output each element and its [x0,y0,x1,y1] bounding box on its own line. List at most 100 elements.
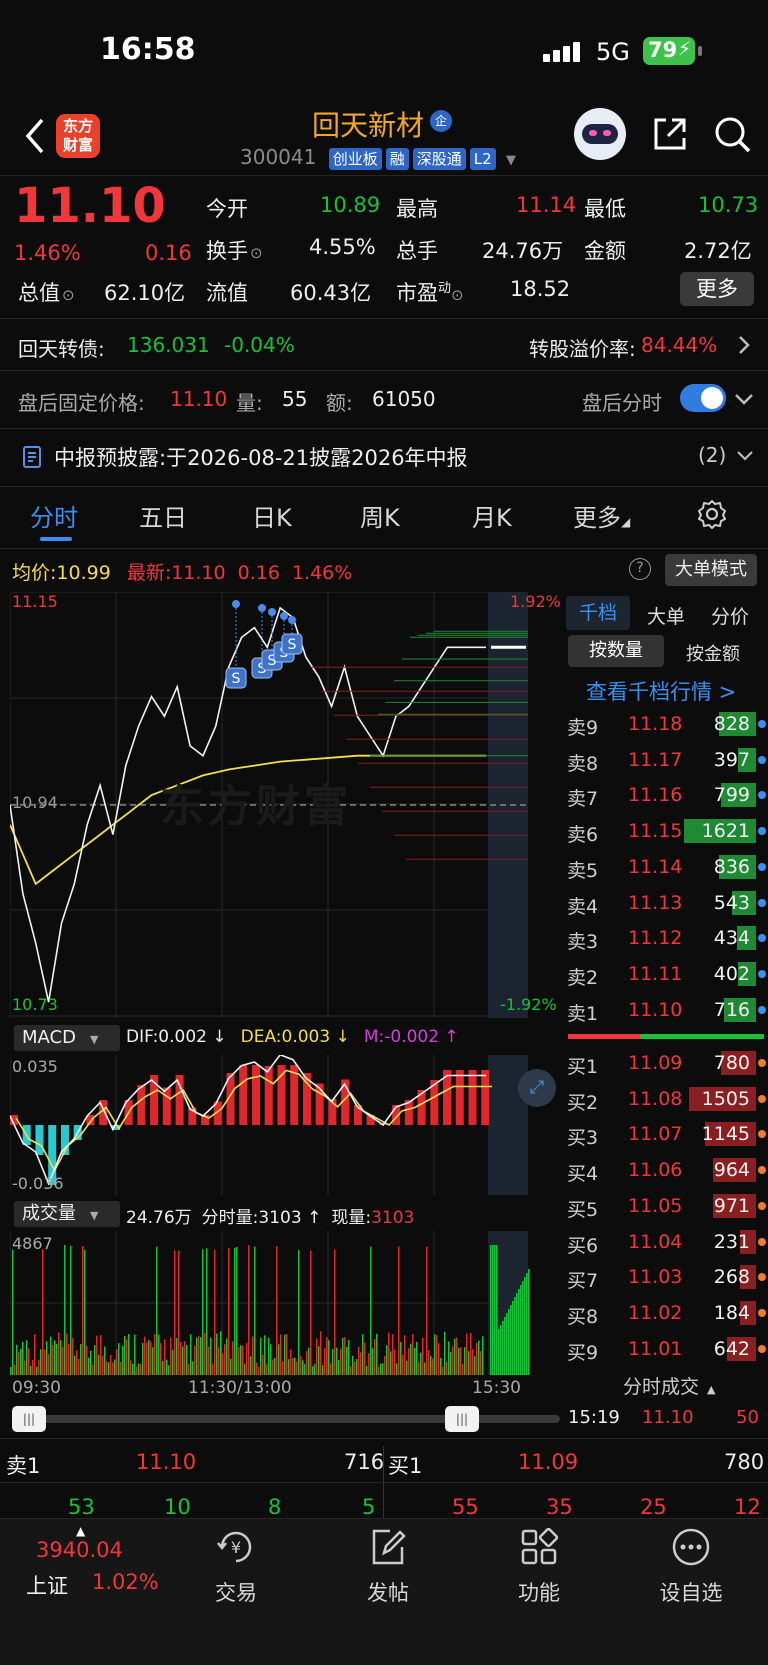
orderbook-tab-price-dist[interactable]: 分价 [711,602,749,629]
nav-add-watchlist[interactable]: 设自选 [641,1525,741,1607]
volume-bar [12,1249,14,1375]
bid-level-row[interactable]: 买2 11.08 1505 [560,1082,768,1116]
bid-level-row[interactable]: 买3 11.07 1145 [560,1117,768,1151]
volume-bar [112,1362,114,1375]
level-volume: 543 [713,891,750,914]
robot-avatar[interactable] [574,108,626,160]
index-ticker[interactable]: ▲ 3940.04 上证 1.02% [22,1524,172,1624]
tab-five-day[interactable]: 五日 [139,498,187,533]
chevron-right-icon[interactable] [738,335,750,355]
nav-trade[interactable]: ¥ 交易 [186,1525,286,1607]
ask-level-row[interactable]: 卖7 11.16 799 [560,778,768,812]
level-volume: 836 [713,855,750,878]
volume-bar [216,1333,218,1375]
orderbook-tab-big-orders[interactable]: 大单 [647,602,685,629]
volume-bar [194,1345,196,1375]
orderbook-tab-qiandang[interactable]: 千档 [566,596,630,630]
macd-chart[interactable] [10,1055,562,1195]
back-icon[interactable] [24,118,46,154]
volume-bar [170,1337,172,1375]
volume-bar [182,1346,184,1375]
label-float: 流值 [206,281,248,305]
ask-level-row[interactable]: 卖3 11.12 434 [560,921,768,955]
bid-level-row[interactable]: 买7 11.03 268 [560,1260,768,1294]
more-button[interactable]: 更多 [680,272,754,306]
share-icon[interactable] [652,116,688,152]
volume-bar [360,1352,362,1375]
ask-level-row[interactable]: 卖9 11.18 828 [560,707,768,741]
bid-level-row[interactable]: 买8 11.02 184 [560,1296,768,1330]
level-label: 卖2 [567,966,599,989]
view-full-depth-link[interactable]: 查看千档行情 > [586,676,736,706]
bid-level-row[interactable]: 买1 11.09 780 [560,1046,768,1080]
ask-level-row[interactable]: 卖4 11.13 543 [560,886,768,920]
tab-intraday[interactable]: 分时 [30,498,78,533]
bid-level-row[interactable]: 买4 11.06 964 [560,1153,768,1187]
volume-bar [92,1364,94,1375]
settings-gear-icon[interactable] [697,499,727,529]
x-label-midday: 11:30/13:00 [188,1378,292,1398]
notice-count[interactable]: (2) [698,443,726,467]
bid-level-row[interactable]: 买5 11.05 971 [560,1189,768,1223]
volume-bar [260,1337,262,1375]
level-label: 卖1 [567,1002,599,1025]
big-order-mode-button[interactable]: 大单模式 [665,554,757,586]
chevron-down-icon[interactable] [734,392,754,406]
range-handle-right[interactable]: ||| [445,1406,479,1432]
range-handle-left[interactable]: ||| [12,1406,46,1432]
volume-bar [160,1343,162,1375]
tab-daily-k[interactable]: 日K [252,498,292,533]
afterhours-toggle[interactable] [680,384,726,412]
volume-bar [456,1337,458,1375]
afterhours-volume-bar [494,1245,496,1375]
sort-by-amount[interactable]: 按金额 [686,640,740,666]
info-icon: ⊙ [250,244,263,262]
network-type: 5G [596,38,630,66]
afterhours-volume-bar [512,1301,514,1375]
ask-level-row[interactable]: 卖2 11.11 402 [560,957,768,991]
bid-level-row[interactable]: 买6 11.04 231 [560,1225,768,1259]
volume-bar [284,1334,286,1375]
info-icon: ⊙ [62,286,75,304]
volume-bar [124,1335,126,1375]
sort-by-quantity[interactable]: 按数量 [568,635,664,667]
level-label: 卖8 [567,752,599,775]
volume-bar [58,1332,60,1375]
tick-price: 11.10 [642,1407,694,1428]
nav-functions[interactable]: 功能 [489,1525,589,1607]
volume-bar [36,1366,38,1375]
nav-post[interactable]: 发帖 [338,1525,438,1607]
volume-bar [116,1349,118,1375]
level-volume: 964 [713,1159,750,1182]
ask-level-row[interactable]: 卖1 11.10 716 [560,993,768,1027]
volume-bar [190,1334,192,1375]
volume-bar [322,1364,324,1375]
tab-more[interactable]: 更多◢ [573,498,630,533]
bond-price: 136.031 [127,333,210,357]
volume-bar [380,1363,382,1375]
volume-bar [126,1339,128,1375]
volume-selector[interactable]: 成交量 ▼ [14,1201,120,1227]
macd-selector[interactable]: MACD ▼ [14,1025,120,1051]
volume-bar [22,1341,24,1375]
afterhours-amt-label: 额: [326,391,353,415]
bond-name[interactable]: 回天转债: [18,333,105,362]
ask-level-row[interactable]: 卖6 11.15 1621 [560,814,768,848]
ticks-header[interactable]: 分时成交 ▲ [623,1372,715,1399]
ask-level-row[interactable]: 卖8 11.17 397 [560,743,768,777]
tab-monthly-k[interactable]: 月K [472,498,512,533]
ask-level-row[interactable]: 卖5 11.14 836 [560,850,768,884]
volume-bar [148,1340,150,1375]
expand-icon[interactable]: ⤢ [518,1069,556,1107]
volume-bar [306,1351,308,1375]
search-icon[interactable] [713,115,753,155]
volume-chart[interactable] [10,1231,562,1375]
macd-bar [481,1070,490,1125]
chevron-down-icon[interactable] [736,450,754,462]
help-icon[interactable]: ? [629,558,651,580]
bid-level-row[interactable]: 买9 11.01 642 [560,1332,768,1366]
tab-weekly-k[interactable]: 周K [360,498,400,533]
value-volume: 24.76万 [482,239,564,263]
volume-bar [346,1346,348,1375]
notice-text[interactable]: 中报预披露:于2026-08-21披露2026年中报 [54,442,468,472]
